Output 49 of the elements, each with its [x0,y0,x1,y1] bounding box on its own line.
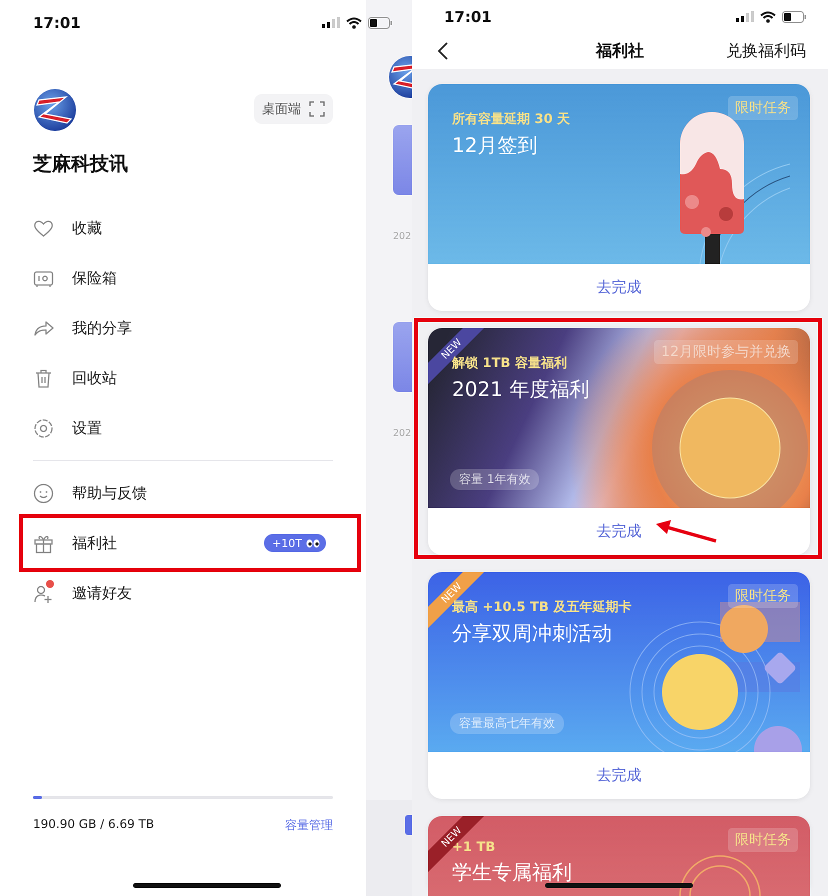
card-title: 2021 年度福利 [452,376,590,403]
wifi-icon [760,10,776,23]
wifi-icon [346,16,362,28]
complete-button[interactable]: 去完成 [596,522,642,541]
signal-icon [736,11,754,22]
complete-button[interactable]: 去完成 [596,278,642,297]
menu-item[interactable]: 回收站 [33,353,333,403]
smiley-icon [33,482,54,504]
trash-icon [33,368,54,388]
complete-button[interactable]: 去完成 [596,766,642,785]
reward-badge: +10T [264,534,326,552]
page-title: 福利社 [596,40,644,60]
validity-label: 容量 1年有效 [450,469,540,490]
file-date: 202 [393,231,412,242]
storage-link[interactable]: 容量管理 [285,817,333,834]
menu-item[interactable]: 帮助与反馈 [33,468,333,518]
battery-icon [368,16,392,28]
desktop-button[interactable]: 桌面端 [254,94,333,124]
back-icon[interactable] [436,41,450,62]
settings-icon [33,418,54,438]
file-date: 202 [393,428,412,439]
menu-item[interactable]: 设置 [33,403,333,453]
heart-icon [33,218,54,238]
redeem-code-button[interactable]: 兑换福利码 [726,40,806,62]
task-tag: 限时任务 [728,96,798,120]
card-subtitle: 最高 +10.5 TB 及五年延期卡 [452,600,632,616]
card-subtitle: 所有容量延期 30 天 [452,110,570,128]
signal-icon [322,17,340,28]
card-title: 分享双周冲刺活动 [452,620,612,647]
menu-item[interactable]: 邀请好友 [33,568,333,618]
task-tag: 限时任务 [728,584,798,608]
menu-item[interactable]: 我的分享 [33,303,333,353]
menu-item[interactable]: 保险箱 [33,253,333,303]
battery-icon [782,10,806,23]
menu-item[interactable]: 福利社 +10T [33,518,333,568]
menu-item[interactable]: 收藏 [33,203,333,253]
scan-icon [309,101,325,117]
task-tag: 限时任务 [728,828,798,852]
card-title: 12月签到 [452,132,538,159]
logo [33,88,77,132]
tab-icon [405,815,412,835]
status-time: 17:01 [444,8,492,26]
profile-name: 芝麻科技讯 [33,152,129,177]
status-time: 17:01 [33,14,81,32]
storage-usage: 190.90 GB / 6.69 TB [33,817,154,833]
card-subtitle: 解锁 1TB 容量福利 [452,356,567,372]
validity-label: 容量最高七年有效 [450,713,564,734]
eyes-icon [306,538,320,548]
card-title: 学生专属福利 [452,859,572,886]
